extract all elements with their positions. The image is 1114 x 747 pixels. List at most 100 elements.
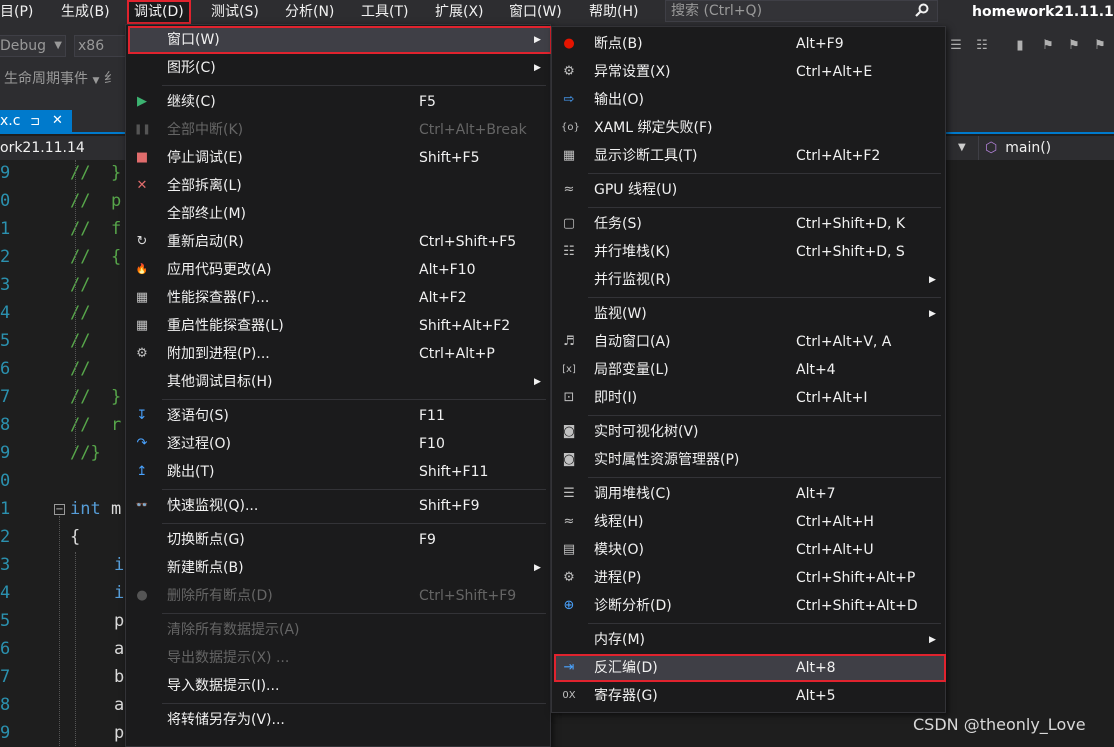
- window-submenu-item[interactable]: ◙ 实时可视化树(V): [552, 418, 945, 446]
- line-number: 1: [0, 499, 11, 519]
- window-submenu: ● 断点(B) Alt+F9 ⚙ 异常设置(X) Ctrl+Alt+E ⇨ 输出(O) {o} X…: [551, 26, 946, 713]
- bookmark-icon[interactable]: ▮: [1012, 38, 1028, 54]
- menu-separator: [588, 415, 941, 416]
- bookmark-next-icon[interactable]: ⚑: [1066, 38, 1082, 54]
- window-submenu-item[interactable]: ● 断点(B) Alt+F9: [552, 30, 945, 58]
- window-submenu-item[interactable]: ☷ 并行堆栈(K) Ctrl+Shift+D, S: [552, 238, 945, 266]
- window-submenu-item-icon: {o}: [561, 122, 580, 133]
- line-number: 0: [0, 471, 11, 491]
- debug-menu-item[interactable]: 👓 快速监视(Q)... Shift+F9: [126, 492, 550, 520]
- submenu-arrow-icon: ▶: [929, 635, 936, 645]
- window-submenu-item[interactable]: 监视(W) ▶: [552, 300, 945, 328]
- debug-menu-item[interactable]: ↧ 逐语句(S) F11: [126, 402, 550, 430]
- chevron-down-icon[interactable]: ▼: [958, 136, 976, 160]
- code-line: //: [70, 356, 90, 382]
- window-submenu-item[interactable]: ▤ 模块(O) Ctrl+Alt+U: [552, 536, 945, 564]
- debug-menu-item[interactable]: ▦ 性能探查器(F)... Alt+F2: [126, 284, 550, 312]
- window-submenu-item[interactable]: ☰ 调用堆栈(C) Alt+7: [552, 480, 945, 508]
- debug-menu-item[interactable]: 导入数据提示(I)...: [126, 672, 550, 700]
- window-submenu-item[interactable]: ▦ 显示诊断工具(T) Ctrl+Alt+F2: [552, 142, 945, 170]
- debug-menu-item[interactable]: 🔥 应用代码更改(A) Alt+F10: [126, 256, 550, 284]
- debug-menu-item[interactable]: ▶ 继续(C) F5: [126, 88, 550, 116]
- debug-menu-item-shortcut: Alt+F2: [419, 290, 467, 306]
- debug-menu-item[interactable]: ↷ 逐过程(O) F10: [126, 430, 550, 458]
- window-submenu-item-icon: ⚙: [563, 570, 575, 585]
- window-submenu-item-shortcut: Ctrl+Alt+U: [796, 542, 874, 558]
- indent-icon[interactable]: ☰: [948, 38, 964, 54]
- code-text: // p: [70, 191, 122, 211]
- window-submenu-item-shortcut: Ctrl+Shift+Alt+D: [796, 598, 918, 614]
- platform-combo[interactable]: x86: [74, 35, 126, 57]
- debug-menu-item[interactable]: ▦ 重启性能探查器(L) Shift+Alt+F2: [126, 312, 550, 340]
- debug-menu-item-icon: ✕: [136, 178, 148, 193]
- line-number: 1: [0, 219, 11, 239]
- fold-toggle-icon[interactable]: −: [54, 504, 65, 515]
- window-submenu-item[interactable]: {o} XAML 绑定失败(F): [552, 114, 945, 142]
- window-submenu-item[interactable]: ⚙ 进程(P) Ctrl+Shift+Alt+P: [552, 564, 945, 592]
- window-submenu-item[interactable]: ≈ 线程(H) Ctrl+Alt+H: [552, 508, 945, 536]
- tab-file[interactable]: x.c ⊐ ✕: [0, 110, 72, 132]
- menu-window[interactable]: 窗口(W): [509, 0, 562, 24]
- window-submenu-item[interactable]: ▢ 任务(S) Ctrl+Shift+D, K: [552, 210, 945, 238]
- debug-menu-item[interactable]: 切换断点(G) F9: [126, 526, 550, 554]
- debug-menu: 窗口(W) ▶ 图形(C) ▶ ▶ 继续(C) F5 ❚❚ 全部中断(K) Ctrl+Alt+Br…: [125, 24, 552, 747]
- window-submenu-item-label: 进程(P): [594, 570, 642, 586]
- bookmark-clear-icon[interactable]: ⚑: [1092, 38, 1108, 54]
- debug-menu-item[interactable]: 其他调试目标(H) ▶: [126, 368, 550, 396]
- debug-menu-item[interactable]: 窗口(W) ▶: [128, 26, 552, 54]
- window-submenu-item[interactable]: ≈ GPU 线程(U): [552, 176, 945, 204]
- window-submenu-item[interactable]: ♬ 自动窗口(A) Ctrl+Alt+V, A: [552, 328, 945, 356]
- function-name: main(): [1005, 140, 1052, 156]
- window-submenu-item[interactable]: ⇥ 反汇编(D) Alt+8: [554, 654, 946, 682]
- code-text: //: [70, 359, 91, 379]
- lifecycle-events[interactable]: 生命周期事件 ▼ 纟: [4, 68, 118, 88]
- debug-menu-item-icon: ▦: [135, 290, 149, 305]
- window-submenu-item-label: GPU 线程(U): [594, 182, 678, 198]
- window-submenu-item-icon: [x]: [562, 364, 576, 375]
- project-scope[interactable]: ork21.11.14: [0, 136, 85, 160]
- menu-tools[interactable]: 工具(T): [361, 0, 408, 24]
- menu-help[interactable]: 帮助(H): [589, 0, 638, 24]
- bookmark-prev-icon[interactable]: ⚑: [1040, 38, 1056, 54]
- window-submenu-item-shortcut: Ctrl+Alt+I: [796, 390, 868, 406]
- window-submenu-item[interactable]: 并行监视(R) ▶: [552, 266, 945, 294]
- search-box[interactable]: 搜索 (Ctrl+Q): [665, 0, 938, 22]
- close-icon[interactable]: ✕: [52, 110, 63, 132]
- menu-separator: [588, 297, 941, 298]
- window-submenu-item[interactable]: 内存(M) ▶: [552, 626, 945, 654]
- code-line: // p: [70, 188, 121, 214]
- window-submenu-item[interactable]: 0X 寄存器(G) Alt+5: [552, 682, 945, 710]
- window-submenu-item[interactable]: ⊡ 即时(I) Ctrl+Alt+I: [552, 384, 945, 412]
- code-line: p: [114, 720, 124, 746]
- pin-icon[interactable]: ⊐: [30, 110, 40, 132]
- menu-test[interactable]: 测试(S): [211, 0, 259, 24]
- debug-menu-item[interactable]: 新建断点(B) ▶: [126, 554, 550, 582]
- window-submenu-item[interactable]: [x] 局部变量(L) Alt+4: [552, 356, 945, 384]
- menu-build[interactable]: 生成(B): [61, 0, 110, 24]
- search-icon[interactable]: [915, 3, 929, 17]
- debug-menu-item[interactable]: ✕ 全部拆离(L): [126, 172, 550, 200]
- menu-debug[interactable]: 调试(D): [127, 0, 191, 24]
- format-icon[interactable]: ☷: [974, 38, 990, 54]
- menu-extensions[interactable]: 扩展(X): [435, 0, 484, 24]
- window-submenu-item[interactable]: ◙ 实时属性资源管理器(P): [552, 446, 945, 474]
- debug-menu-item-label: 切换断点(G): [167, 532, 245, 548]
- window-submenu-item[interactable]: ⊕ 诊断分析(D) Ctrl+Shift+Alt+D: [552, 592, 945, 620]
- code-line: {: [70, 524, 80, 550]
- menu-project[interactable]: 目(P): [0, 0, 33, 24]
- debug-menu-item[interactable]: ↻ 重新启动(R) Ctrl+Shift+F5: [126, 228, 550, 256]
- code-line: // f: [70, 216, 121, 242]
- window-submenu-item-label: 线程(H): [594, 514, 644, 530]
- debug-menu-item[interactable]: 图形(C) ▶: [126, 54, 550, 82]
- debug-menu-item[interactable]: ⚙ 附加到进程(P)... Ctrl+Alt+P: [126, 340, 550, 368]
- window-submenu-item[interactable]: ⚙ 异常设置(X) Ctrl+Alt+E: [552, 58, 945, 86]
- function-scope[interactable]: ⬡ main(): [978, 136, 1114, 160]
- debug-menu-item[interactable]: ■ 停止调试(E) Shift+F5: [126, 144, 550, 172]
- window-submenu-item[interactable]: ⇨ 输出(O): [552, 86, 945, 114]
- config-combo[interactable]: Debug ▼: [0, 35, 66, 57]
- debug-menu-item[interactable]: 全部终止(M): [126, 200, 550, 228]
- debug-menu-item-icon: ↧: [136, 408, 148, 423]
- menu-analyze[interactable]: 分析(N): [285, 0, 334, 24]
- debug-menu-item[interactable]: 将转储另存为(V)...: [126, 706, 550, 734]
- debug-menu-item[interactable]: ↥ 跳出(T) Shift+F11: [126, 458, 550, 486]
